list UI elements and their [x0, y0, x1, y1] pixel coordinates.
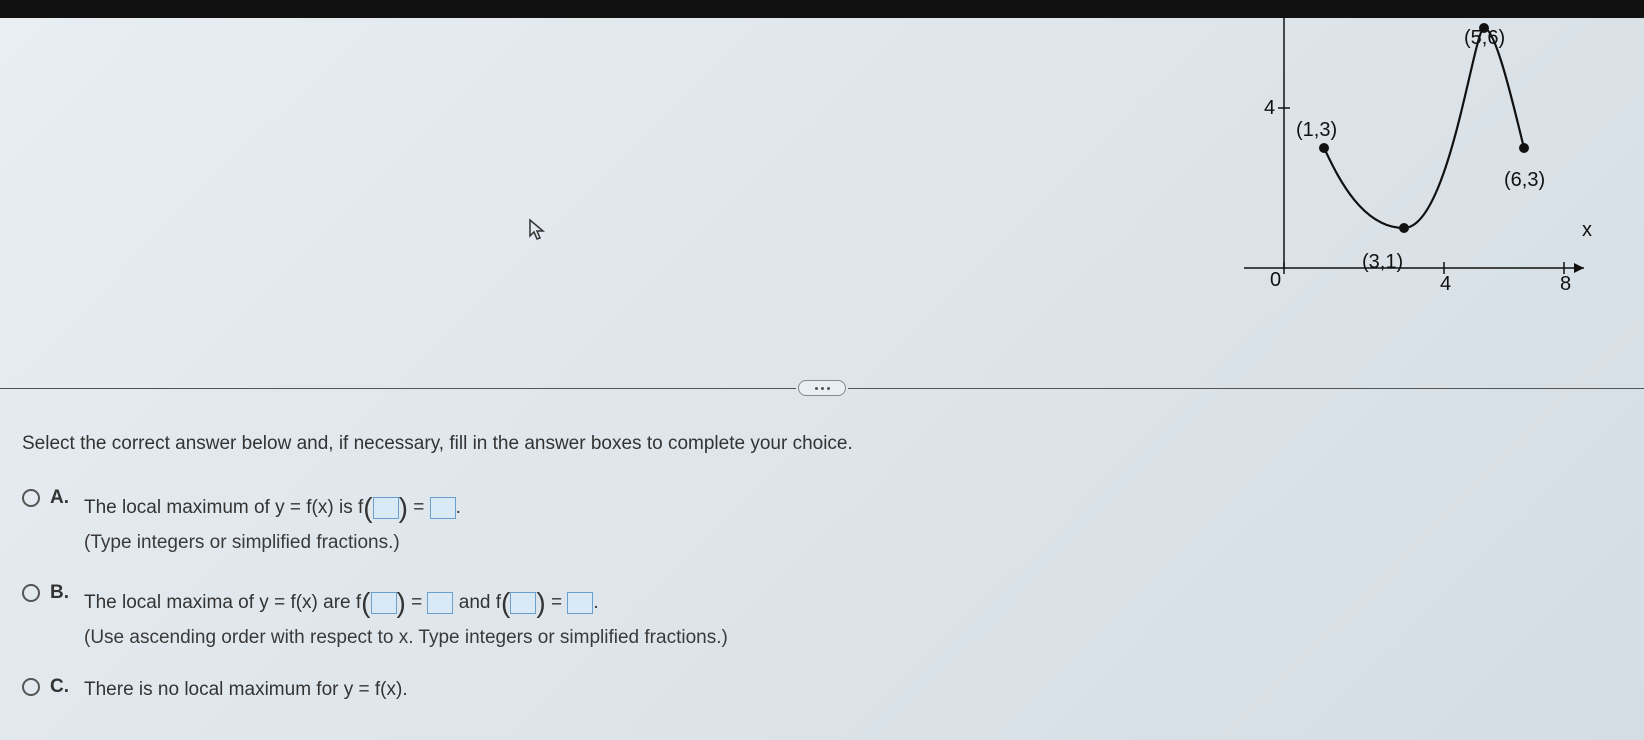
point-label-5-6: (5,6)	[1464, 27, 1505, 49]
option-a-text-pre: The local maximum of y = f(x) is f	[84, 497, 363, 518]
y-tick-4: 4	[1264, 97, 1275, 119]
option-b-text-mid1: =	[406, 592, 428, 613]
option-b-row[interactable]: B. The local maxima of y = f(x) are f() …	[22, 582, 853, 653]
graph-svg: 4 0 4 8 x (1,3) (3,1) (5,6) (6,3)	[1204, 18, 1604, 298]
option-a-input-2[interactable]	[430, 497, 456, 519]
option-b-input-1[interactable]	[371, 592, 397, 614]
x-tick-4: 4	[1440, 273, 1451, 295]
option-a-body: The local maximum of y = f(x) is f() = .…	[84, 487, 461, 558]
point-label-1-3: (1,3)	[1296, 119, 1337, 141]
option-a-hint: (Type integers or simplified fractions.)	[84, 532, 400, 553]
option-b-input-4[interactable]	[567, 592, 593, 614]
x-tick-8: 8	[1560, 273, 1571, 295]
point-label-6-3: (6,3)	[1504, 169, 1545, 191]
option-b-text-pre: The local maxima of y = f(x) are f	[84, 592, 361, 613]
option-b-letter: B.	[50, 582, 74, 604]
option-a-text-mid: =	[408, 497, 430, 518]
cursor-icon	[528, 218, 548, 248]
option-b-text-and: and f	[453, 592, 501, 613]
option-b-hint: (Use ascending order with respect to x. …	[84, 627, 728, 648]
radio-c[interactable]	[22, 678, 40, 696]
option-b-body: The local maxima of y = f(x) are f() = a…	[84, 582, 728, 653]
option-b-input-3[interactable]	[510, 592, 536, 614]
expand-pill[interactable]	[798, 380, 846, 396]
option-c-letter: C.	[50, 676, 74, 698]
origin-label: 0	[1270, 269, 1281, 291]
radio-a[interactable]	[22, 489, 40, 507]
point-label-3-1: (3,1)	[1362, 251, 1403, 273]
option-c-text: There is no local maximum for y = f(x).	[84, 676, 408, 705]
option-a-input-1[interactable]	[373, 497, 399, 519]
option-a-letter: A.	[50, 487, 74, 509]
content-area: 4 0 4 8 x (1,3) (3,1) (5,6) (6,3) Select…	[0, 18, 1644, 740]
radio-b[interactable]	[22, 584, 40, 602]
window-top-bar	[0, 0, 1644, 18]
section-divider	[0, 378, 1644, 398]
graph-panel: 4 0 4 8 x (1,3) (3,1) (5,6) (6,3)	[1204, 18, 1604, 328]
option-b-text-mid2: =	[546, 592, 568, 613]
option-c-row[interactable]: C. There is no local maximum for y = f(x…	[22, 676, 853, 705]
x-axis-label: x	[1582, 219, 1592, 241]
option-b-input-2[interactable]	[427, 592, 453, 614]
option-a-row[interactable]: A. The local maximum of y = f(x) is f() …	[22, 487, 853, 558]
question-area: Select the correct answer below and, if …	[22, 433, 853, 729]
instruction-text: Select the correct answer below and, if …	[22, 433, 853, 455]
